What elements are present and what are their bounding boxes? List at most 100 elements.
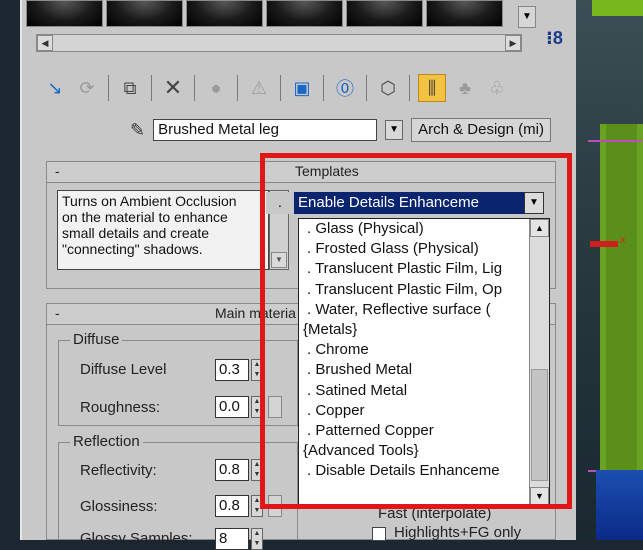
roughness-map-button[interactable] [268, 396, 282, 418]
material-id-icon[interactable]: ⓪ [332, 75, 358, 101]
put-library-icon[interactable]: ▣ [289, 75, 315, 101]
glossiness-spinner[interactable]: ▲ ▼ [251, 495, 263, 517]
template-option[interactable]: . Satined Metal [299, 381, 549, 401]
sample-slot[interactable] [426, 0, 503, 27]
dropdown-scrollbar[interactable]: ▲ ▼ [529, 219, 549, 505]
slots-scroll-down[interactable]: ▼ [518, 6, 536, 28]
template-option[interactable]: . Copper [299, 401, 549, 421]
toolbar-separator [151, 75, 152, 101]
toolbar-separator [194, 75, 195, 101]
copy-material-icon[interactable]: ● [203, 75, 229, 101]
glossiness-label: Glossiness: [80, 498, 158, 515]
toolbar-separator [108, 75, 109, 101]
main-material-title: Main materia [215, 305, 296, 321]
material-name-field[interactable]: Brushed Metal leg [153, 119, 378, 141]
viewport-object [600, 124, 643, 470]
glossiness-field[interactable]: 0.8 [215, 495, 249, 517]
reflectivity-spinner[interactable]: ▲ ▼ [251, 459, 263, 481]
sample-slot[interactable] [186, 0, 263, 27]
sample-slot[interactable] [266, 0, 343, 27]
dropdown-arrow-icon[interactable]: ▼ [524, 192, 544, 214]
template-option[interactable]: . Translucent Plastic Film, Lig [299, 259, 549, 279]
toolbar-separator [366, 75, 367, 101]
material-name-row: ✎ Brushed Metal leg ▼ Arch & Design (mi) [130, 116, 551, 144]
slots-horizontal-scrollbar[interactable]: ◀ ▶ [36, 34, 522, 52]
viewport-line [588, 140, 642, 142]
material-type-button[interactable]: Arch & Design (mi) [411, 118, 551, 142]
material-toolbar: ↘ ⟳ ⧉ ✕ ● ⚠ ▣ ⓪ ⬡ ⫼ ♣ ♧ [42, 70, 510, 106]
scroll-thumb[interactable] [531, 369, 548, 481]
highlights-fg-only-checkbox[interactable] [372, 527, 386, 541]
template-description: Turns on Ambient Occlusion on the materi… [57, 190, 269, 270]
template-items: . Glass (Physical). Frosted Glass (Physi… [299, 219, 549, 481]
template-category[interactable]: {Metals} [299, 320, 549, 340]
go-sibling-icon[interactable]: ♧ [484, 75, 510, 101]
roughness-field[interactable]: 0.0 [215, 396, 249, 418]
template-dropdown-list[interactable]: . Glass (Physical). Frosted Glass (Physi… [298, 218, 550, 506]
roughness-spinner[interactable]: ▲ ▼ [251, 396, 263, 418]
diffuse-level-spinner[interactable]: ▲ ▼ [251, 359, 263, 381]
highlights-fg-only-label: Highlights+FG only [394, 524, 522, 541]
template-option[interactable]: . Translucent Plastic Film, Op [299, 280, 549, 300]
reflectivity-field[interactable]: 0.8 [215, 459, 249, 481]
eyedropper-icon[interactable]: ✎ [130, 120, 145, 141]
delete-icon[interactable]: ✕ [160, 75, 186, 101]
templates-rollout-header[interactable]: - Templates [47, 162, 555, 183]
show-end-result-icon[interactable]: ⫼ [418, 74, 446, 102]
diffuse-level-field[interactable]: 0.3 [215, 359, 249, 381]
glossy-samples-spinner[interactable]: ▲ ▼ [251, 528, 263, 550]
scroll-down-arrow-icon[interactable]: ▼ [271, 252, 287, 268]
show-map-icon[interactable]: ⬡ [375, 75, 401, 101]
reflectivity-label: Reflectivity: [80, 462, 157, 479]
description-line: small details and create [62, 225, 210, 241]
template-category[interactable]: {Advanced Tools} [299, 441, 549, 461]
glossy-samples-field[interactable]: 8 [215, 528, 249, 550]
template-option[interactable]: . Water, Reflective surface ( [299, 300, 549, 320]
collapse-icon[interactable]: - [55, 305, 60, 321]
get-material-icon[interactable]: ↘ [42, 75, 68, 101]
viewport-gizmo [590, 241, 618, 247]
viewport-object [592, 0, 643, 16]
template-option[interactable]: . Frosted Glass (Physical) [299, 239, 549, 259]
sample-slot[interactable] [346, 0, 423, 27]
glossy-samples-label: Glossy Samples: [80, 530, 193, 547]
glossiness-map-button[interactable] [268, 495, 282, 517]
viewport-object [596, 470, 643, 540]
sample-slot[interactable] [106, 0, 183, 27]
selector-bullet: . [278, 194, 282, 210]
scroll-down-arrow-icon[interactable]: ▼ [530, 487, 549, 505]
sample-slot[interactable] [26, 0, 103, 27]
toolbar-separator [280, 75, 281, 101]
put-material-icon[interactable]: ⟳ [74, 75, 100, 101]
roughness-label: Roughness: [80, 399, 161, 416]
templates-title: Templates [295, 163, 359, 179]
template-option[interactable]: . Brushed Metal [299, 360, 549, 380]
diffuse-level-label: Diffuse Level [80, 361, 167, 378]
scroll-up-arrow-icon[interactable]: ▲ [530, 219, 549, 237]
description-line: "connecting" shadows. [62, 241, 203, 257]
description-line: on the material to enhance [62, 209, 228, 225]
sample-slots [26, 0, 516, 27]
axis-label-x: x [620, 234, 626, 246]
reflection-group-label: Reflection [70, 433, 143, 450]
toolbar-separator [409, 75, 410, 101]
collapse-icon[interactable]: - [55, 163, 60, 179]
template-option[interactable]: . Glass (Physical) [299, 219, 549, 239]
fast-interpolate-label: Fast (interpolate) [378, 505, 492, 522]
scroll-left-arrow-icon[interactable]: ◀ [37, 35, 53, 51]
template-selected-value[interactable]: Enable Details Enhanceme [294, 192, 524, 214]
toolbar-separator [323, 75, 324, 101]
template-option[interactable]: . Chrome [299, 340, 549, 360]
material-name-dropdown-arrow[interactable]: ▼ [385, 120, 404, 140]
description-line: Turns on Ambient Occlusion [62, 193, 237, 209]
template-option[interactable]: . Patterned Copper [299, 421, 549, 441]
template-selector[interactable]: . Enable Details Enhanceme ▼ [266, 192, 550, 214]
go-parent-icon[interactable]: ♣ [452, 75, 478, 101]
assign-material-icon[interactable]: ⧉ [117, 75, 143, 101]
diffuse-group-label: Diffuse [70, 331, 123, 348]
unique-icon[interactable]: ⚠ [246, 75, 272, 101]
reflection-group [58, 442, 298, 540]
sample-type-icon[interactable]: ⁝8 [546, 28, 563, 49]
template-option[interactable]: . Disable Details Enhanceme [299, 461, 549, 481]
scroll-right-arrow-icon[interactable]: ▶ [505, 35, 521, 51]
